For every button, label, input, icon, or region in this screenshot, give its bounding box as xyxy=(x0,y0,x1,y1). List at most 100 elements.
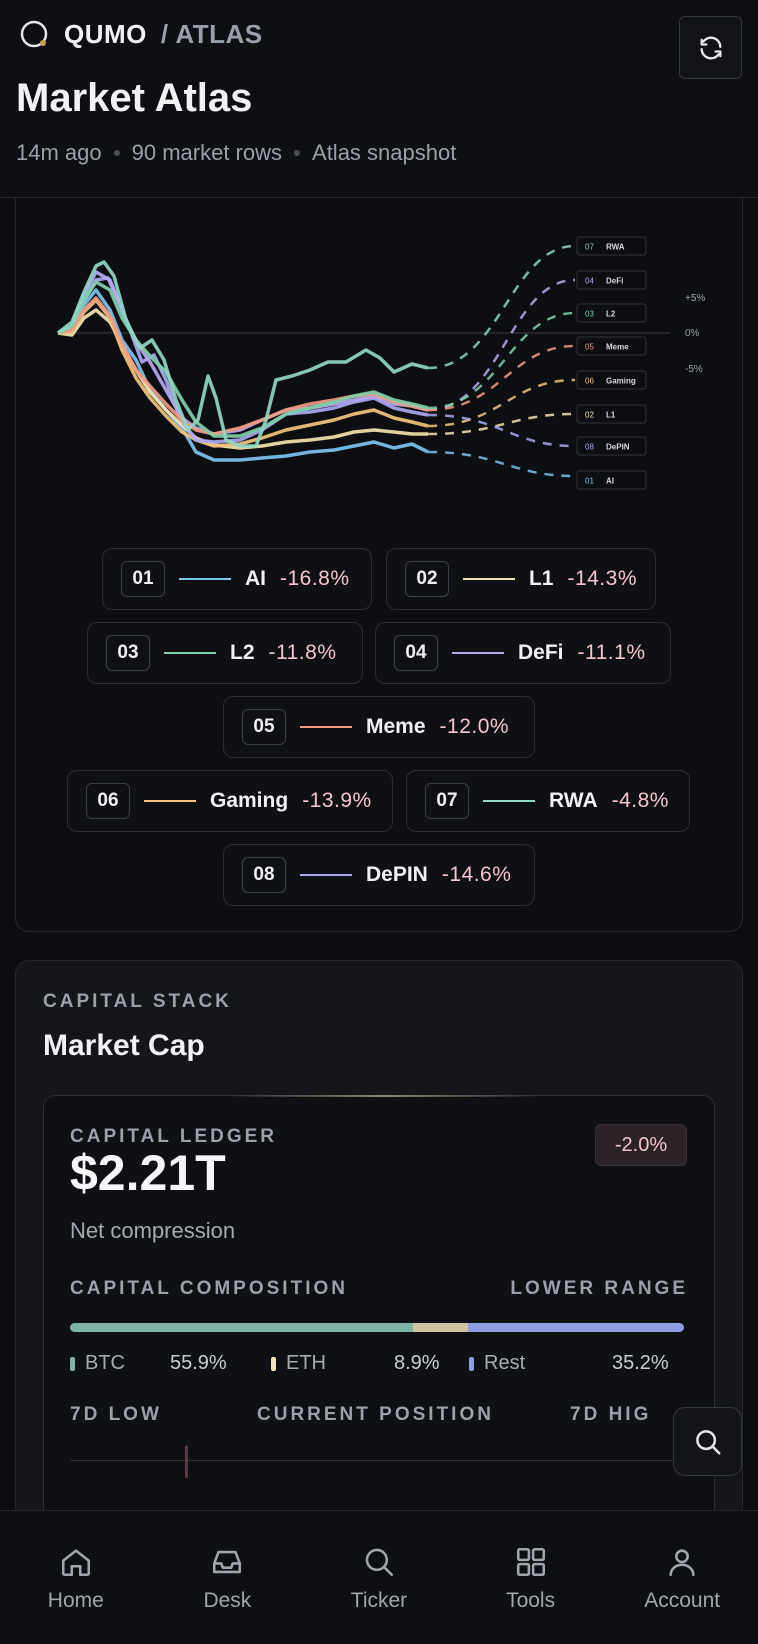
chip-number: 01 xyxy=(121,561,165,597)
chip-value: -11.1% xyxy=(577,641,646,664)
app-header: QUMO / ATLAS Market Atlas 14m ago 90 mar… xyxy=(0,0,758,198)
rest-swatch xyxy=(469,1356,474,1371)
updated-time: 14m ago xyxy=(16,140,102,165)
chip-name: AI xyxy=(245,567,266,590)
brand-name: QUMO xyxy=(64,18,147,49)
chip-value: -16.8% xyxy=(280,567,350,590)
end-label-num: 06 xyxy=(585,377,594,386)
btc-value: 55.9% xyxy=(170,1352,227,1374)
nav-ticker[interactable]: Ticker xyxy=(303,1511,455,1644)
btc-swatch xyxy=(70,1356,75,1371)
chip-number: 07 xyxy=(425,783,469,819)
composition-segment-btc xyxy=(70,1323,414,1332)
nav-account-label: Account xyxy=(644,1589,721,1612)
legend-chip-l1[interactable]: 02 L1 -14.3% xyxy=(386,548,656,610)
legend-chip-rwa[interactable]: 07 RWA -4.8% xyxy=(406,770,690,832)
nav-tools-label: Tools xyxy=(506,1589,556,1612)
rest-label: Rest xyxy=(484,1352,526,1374)
snapshot-label: Atlas snapshot xyxy=(312,140,457,165)
range-high-label: 7D HIG xyxy=(570,1404,652,1425)
capital-ledger: CAPITAL LEDGER $2.21T Net compression -2… xyxy=(43,1095,715,1519)
inbox-icon xyxy=(213,1550,242,1574)
end-label-name: RWA xyxy=(606,243,625,252)
chip-number: 08 xyxy=(242,857,286,893)
chip-number: 05 xyxy=(242,709,286,745)
nav-account[interactable]: Account xyxy=(606,1511,758,1644)
change-badge: -2.0% xyxy=(595,1124,687,1166)
projection-line-defi xyxy=(427,278,576,412)
chip-color-line xyxy=(452,652,504,654)
rest-value: 35.2% xyxy=(612,1352,669,1374)
legend-chip-depin[interactable]: 08 DePIN -14.6% xyxy=(223,844,535,906)
user-icon xyxy=(669,1549,695,1577)
chip-name: DePIN xyxy=(366,863,428,886)
search-icon xyxy=(695,1429,720,1454)
end-label-num: 05 xyxy=(585,343,594,352)
search-icon xyxy=(365,1548,394,1577)
legend-rest: Rest xyxy=(469,1352,525,1375)
brand-section: / ATLAS xyxy=(160,18,263,49)
end-label-num: 08 xyxy=(585,443,594,452)
legend-chip-gaming[interactable]: 06 Gaming -13.9% xyxy=(67,770,393,832)
nav-home-label: Home xyxy=(47,1589,104,1612)
chip-color-line xyxy=(300,726,352,728)
chip-name: L1 xyxy=(528,567,554,590)
chip-value: -14.3% xyxy=(567,567,637,590)
composition-segment-rest xyxy=(467,1323,684,1332)
bottom-nav: Home Desk Ticker Tools Account xyxy=(0,1510,758,1644)
chip-number: 02 xyxy=(405,561,449,597)
row-count: 90 market rows xyxy=(131,140,283,165)
end-label-name: DeFi xyxy=(606,277,623,286)
legend-eth: ETH xyxy=(271,1352,326,1375)
meta-row: 14m ago 90 market rows Atlas snapshot xyxy=(16,140,456,166)
projection-line-gaming xyxy=(427,378,576,428)
range-marker xyxy=(185,1446,188,1478)
refresh-icon xyxy=(700,36,721,59)
chip-value: -4.8% xyxy=(611,789,669,812)
composition-bar xyxy=(70,1323,684,1332)
nav-desk[interactable]: Desk xyxy=(152,1511,304,1644)
end-label-num: 04 xyxy=(585,277,594,286)
market-cap-value: $2.21T xyxy=(70,1145,226,1201)
projection-line-ai xyxy=(427,450,576,478)
eth-value: 8.9% xyxy=(394,1352,440,1374)
projection-line-depin xyxy=(427,413,576,448)
series-line-l2 xyxy=(57,280,429,438)
capital-title: Market Cap xyxy=(43,1029,205,1062)
capital-eyebrow: CAPITAL STACK xyxy=(43,991,232,1012)
chip-color-line xyxy=(144,800,196,802)
search-fab-button[interactable] xyxy=(673,1407,742,1476)
chip-value: -13.9% xyxy=(302,789,372,812)
end-label-name: Gaming xyxy=(606,377,636,386)
legend-chip-defi[interactable]: 04 DeFi -11.1% xyxy=(375,622,671,684)
chip-color-line xyxy=(164,652,216,654)
chip-color-line xyxy=(483,800,535,802)
end-label-num: 03 xyxy=(585,310,594,319)
end-label-num: 01 xyxy=(585,477,594,486)
legend-chip-l2[interactable]: 03 L2 -11.8% xyxy=(87,622,363,684)
grid-icon xyxy=(516,1547,545,1577)
chip-name: RWA xyxy=(549,789,598,812)
chip-color-line xyxy=(300,874,352,876)
range-track xyxy=(70,1460,684,1461)
page-title: Market Atlas xyxy=(16,76,253,120)
end-label-name: DePIN xyxy=(606,443,630,452)
nav-desk-label: Desk xyxy=(203,1589,252,1612)
chip-color-line xyxy=(462,578,515,580)
chip-value: -11.8% xyxy=(268,641,337,664)
end-label-num: 07 xyxy=(585,243,594,252)
refresh-button[interactable] xyxy=(679,16,742,79)
chip-number: 03 xyxy=(106,635,150,671)
end-label-name: Meme xyxy=(606,343,629,352)
chip-value: -14.6% xyxy=(441,863,512,886)
capital-card: CAPITAL STACK Market Cap CAPITAL LEDGER … xyxy=(15,960,743,1520)
brand[interactable]: QUMO / ATLAS xyxy=(18,18,263,50)
chip-value: -12.0% xyxy=(439,715,510,738)
chip-name: Gaming xyxy=(210,789,289,812)
legend-chip-meme[interactable]: 05 Meme -12.0% xyxy=(223,696,535,758)
end-label-name: L2 xyxy=(606,310,616,319)
legend-chip-ai[interactable]: 01 AI -16.8% xyxy=(102,548,372,610)
chip-name: Meme xyxy=(366,715,426,738)
nav-home[interactable]: Home xyxy=(0,1511,152,1644)
nav-tools[interactable]: Tools xyxy=(455,1511,607,1644)
